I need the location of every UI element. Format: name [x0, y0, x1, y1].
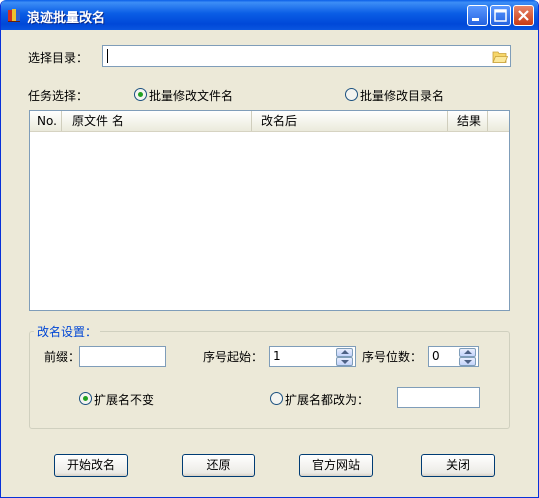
seq-digits-up-icon[interactable] — [459, 348, 476, 357]
app-window: 浪迹批量改名 选择目录： 任务选择： 批量修改文件名 批量修改目录名 No. 原… — [0, 0, 539, 498]
radio-ext-change-label[interactable]: 扩展名都改为： — [285, 391, 369, 408]
column-header-result[interactable]: 结果 — [448, 111, 488, 131]
radio-rename-files[interactable] — [134, 88, 147, 101]
seq-digits-label: 序号位数： — [362, 350, 423, 364]
prefix-label: 前缀： — [44, 350, 81, 364]
maximize-button[interactable] — [490, 5, 511, 26]
seq-digits-spinner[interactable] — [459, 348, 477, 367]
folder-open-icon[interactable] — [492, 48, 508, 64]
radio-rename-folders[interactable] — [345, 88, 358, 101]
table-header: No. 原文件 名 改名后 结果 — [30, 111, 509, 132]
seq-digits-stepper[interactable]: 0 — [428, 346, 479, 367]
column-header-no[interactable]: No. — [30, 111, 62, 131]
minimize-icon — [472, 18, 479, 21]
radio-ext-change[interactable] — [270, 392, 283, 405]
window-body: 选择目录： 任务选择： 批量修改文件名 批量修改目录名 No. 原文件 名 改名… — [4, 30, 535, 495]
seq-start-value: 1 — [273, 349, 281, 363]
column-header-new-name[interactable]: 改名后 — [252, 111, 448, 131]
website-button[interactable]: 官方网站 — [299, 454, 373, 477]
radio-ext-keep-label[interactable]: 扩展名不变 — [94, 391, 154, 408]
radio-rename-folders-label[interactable]: 批量修改目录名 — [360, 87, 444, 104]
seq-start-down-icon[interactable] — [336, 357, 353, 366]
seq-start-up-icon[interactable] — [336, 348, 353, 357]
file-list-table[interactable]: No. 原文件 名 改名后 结果 — [29, 110, 510, 311]
title-bar[interactable]: 浪迹批量改名 — [1, 0, 538, 30]
task-label: 任务选择： — [28, 89, 89, 103]
app-icon — [8, 9, 20, 22]
directory-label: 选择目录： — [28, 51, 89, 65]
column-header-original-name[interactable]: 原文件 名 — [62, 111, 252, 131]
restore-button[interactable]: 还原 — [182, 454, 255, 477]
close-icon — [518, 10, 529, 21]
window-title: 浪迹批量改名 — [27, 11, 106, 26]
start-rename-button[interactable]: 开始改名 — [54, 454, 128, 477]
radio-rename-files-label[interactable]: 批量修改文件名 — [149, 87, 233, 104]
text-cursor — [107, 49, 108, 63]
close-window-button[interactable] — [513, 5, 534, 26]
seq-digits-down-icon[interactable] — [459, 357, 476, 366]
seq-digits-value: 0 — [432, 349, 440, 363]
seq-start-spinner[interactable] — [336, 348, 354, 367]
minimize-button[interactable] — [467, 5, 488, 26]
radio-ext-keep[interactable] — [79, 392, 92, 405]
seq-start-stepper[interactable]: 1 — [269, 346, 356, 367]
maximize-icon — [494, 9, 507, 22]
directory-input[interactable] — [102, 45, 511, 67]
seq-start-label: 序号起始： — [203, 350, 264, 364]
ext-change-input[interactable] — [397, 387, 480, 408]
rename-settings-title: 改名设置： — [34, 323, 101, 340]
prefix-input[interactable] — [79, 346, 166, 367]
close-button[interactable]: 关闭 — [421, 454, 495, 477]
